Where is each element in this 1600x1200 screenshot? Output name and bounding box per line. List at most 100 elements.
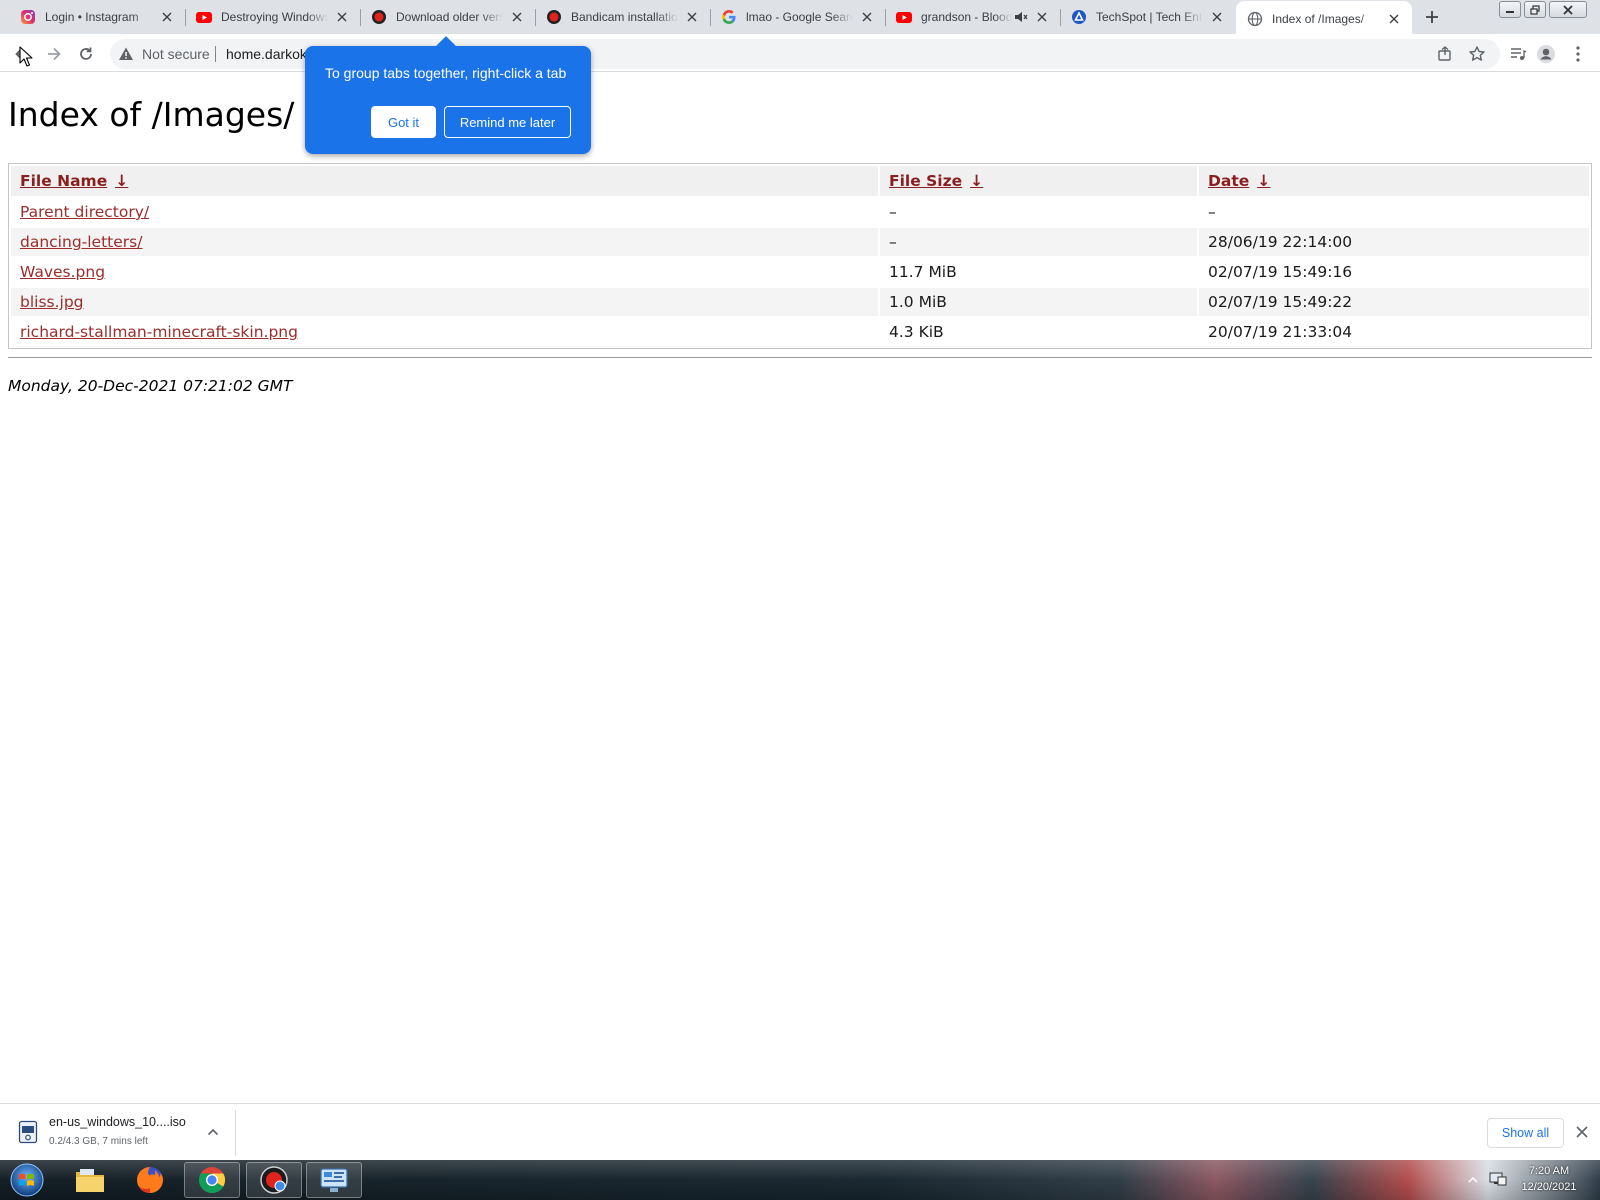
forward-arrow-icon: [48, 47, 61, 61]
column-header-file-size: File Size ↓: [880, 166, 1197, 196]
file-name-cell: dancing-letters/: [11, 228, 878, 256]
close-tab-icon[interactable]: [1034, 9, 1050, 25]
taskbar-bandicam[interactable]: [246, 1162, 302, 1198]
column-label: File Name: [20, 172, 108, 190]
got-it-button[interactable]: Got it: [371, 106, 436, 138]
tab-google-search[interactable]: lmao - Google Search: [710, 0, 885, 34]
promo-message: To group tabs together, right-click a ta…: [325, 65, 567, 81]
column-label: Date: [1208, 172, 1250, 190]
close-tab-icon[interactable]: [684, 9, 700, 25]
taskbar-file-explorer[interactable]: [62, 1162, 118, 1198]
close-tab-icon[interactable]: [334, 9, 350, 25]
clock-time: 7:20 AM: [1528, 1165, 1570, 1177]
network-tray-icon[interactable]: [1488, 1170, 1508, 1188]
file-date-cell: 20/07/19 21:33:04: [1208, 323, 1353, 341]
file-name-cell: richard-stallman-minecraft-skin.png: [11, 318, 878, 346]
close-tab-icon[interactable]: [1209, 9, 1225, 25]
reload-button[interactable]: [76, 44, 96, 64]
youtube-icon: [196, 9, 212, 25]
not-secure-warning-icon[interactable]: [118, 46, 134, 62]
taskbar-chrome[interactable]: [184, 1162, 240, 1198]
new-tab-button[interactable]: [1421, 6, 1443, 28]
techspot-icon: [1071, 9, 1087, 25]
minimize-window-button[interactable]: [1499, 1, 1521, 18]
url-text[interactable]: home.darkok: [226, 46, 307, 62]
close-icon: [1576, 1126, 1588, 1138]
tab-youtube-destroying-windows[interactable]: Destroying Windows: [185, 0, 360, 34]
tab-title: Login • Instagram: [45, 10, 139, 24]
taskbar-control-panel[interactable]: [306, 1162, 362, 1198]
tab-grandson-blood[interactable]: grandson - Blood: [885, 0, 1060, 34]
file-size-cell: –: [880, 228, 1197, 256]
file-link[interactable]: dancing-letters/: [20, 233, 142, 251]
horizontal-rule: [8, 357, 1592, 358]
media-controls-button[interactable]: [1508, 44, 1528, 64]
sort-arrow-icon: ↓: [115, 172, 129, 190]
plus-icon: [1426, 11, 1438, 23]
file-date-cell: 02/07/19 15:49:22: [1199, 288, 1589, 316]
table-row: Parent directory/ – –: [11, 198, 1589, 226]
tab-title: grandson - Blood: [921, 10, 1012, 24]
reload-icon: [80, 47, 92, 60]
download-item[interactable]: en-us_windows_10....iso 0.2/4.3 GB, 7 mi…: [10, 1110, 236, 1156]
chevron-up-icon: [1468, 1176, 1478, 1183]
tab-title: Destroying Windows: [221, 10, 328, 24]
tab-title: Download older versions: [396, 10, 503, 24]
start-button[interactable]: [4, 1161, 50, 1199]
chrome-menu-button[interactable]: [1568, 44, 1588, 64]
table-header-row: File Name ↓ File Size ↓ Date ↓: [11, 166, 1589, 196]
more-vertical-icon: [1576, 46, 1580, 62]
tab-index-of-images[interactable]: Index of /Images/: [1236, 1, 1412, 37]
restore-window-button[interactable]: [1524, 1, 1546, 18]
sort-by-file-size-link[interactable]: File Size ↓: [889, 172, 983, 190]
column-header-date: Date ↓: [1199, 166, 1589, 196]
system-clock[interactable]: 7:20 AM 12/20/2021: [1514, 1163, 1584, 1195]
close-tab-icon[interactable]: [1386, 11, 1402, 27]
taskbar-firefox[interactable]: [122, 1162, 178, 1198]
close-download-shelf-button[interactable]: [1573, 1123, 1591, 1141]
table-row: Waves.png 11.7 MiB 02/07/19 15:49:16: [11, 258, 1589, 286]
close-tab-icon[interactable]: [159, 9, 175, 25]
tab-instagram[interactable]: Login • Instagram: [9, 0, 185, 34]
file-link[interactable]: Waves.png: [20, 263, 105, 281]
globe-icon: [1247, 11, 1263, 27]
remind-me-later-button[interactable]: Remind me later: [444, 106, 571, 138]
profile-button[interactable]: [1536, 44, 1556, 64]
sort-arrow-icon: ↓: [970, 172, 984, 190]
file-link[interactable]: Parent directory/: [20, 203, 149, 221]
file-date-cell: –: [1208, 203, 1216, 221]
table-row: dancing-letters/ – 28/06/19 22:14:00: [11, 228, 1589, 256]
tab-title: TechSpot | Tech Enthusiasts: [1096, 10, 1203, 24]
sort-by-date-link[interactable]: Date ↓: [1208, 172, 1270, 190]
forward-button[interactable]: [44, 44, 64, 64]
file-link[interactable]: bliss.jpg: [20, 293, 84, 311]
chevron-up-icon[interactable]: [205, 1124, 221, 1140]
google-icon: [721, 9, 737, 25]
bookmark-star-icon[interactable]: [1468, 45, 1486, 63]
bandicam-icon: [546, 9, 562, 25]
file-name-cell: bliss.jpg: [11, 288, 878, 316]
page-title: Index of /Images/: [8, 95, 295, 134]
tab-download-older-versions[interactable]: Download older versions: [360, 0, 535, 34]
tab-techspot[interactable]: TechSpot | Tech Enthusiasts: [1060, 0, 1235, 34]
sort-by-file-name-link[interactable]: File Name ↓: [20, 172, 128, 190]
tab-groups-promo-bubble: To group tabs together, right-click a ta…: [305, 36, 591, 154]
browser-toolbar: Not secure home.darkok: [0, 36, 1600, 72]
close-window-button[interactable]: [1549, 1, 1587, 18]
windows-logo-icon: [10, 1163, 44, 1197]
show-all-downloads-button[interactable]: Show all: [1487, 1118, 1564, 1148]
show-hidden-icons-button[interactable]: [1466, 1173, 1480, 1187]
file-size-cell: 4.3 KiB: [889, 323, 944, 341]
close-tab-icon[interactable]: [509, 9, 525, 25]
file-name-cell: Parent directory/: [11, 198, 878, 226]
close-icon: [1563, 4, 1573, 15]
file-link[interactable]: richard-stallman-minecraft-skin.png: [20, 323, 298, 341]
tab-strip: Login • Instagram Destroying Windows Dow…: [0, 0, 1600, 37]
share-icon[interactable]: [1436, 45, 1454, 63]
mouse-cursor: [19, 46, 33, 68]
disc-image-file-icon: [18, 1120, 38, 1144]
instagram-icon: [20, 9, 36, 25]
speaker-muted-icon[interactable]: [1014, 10, 1028, 24]
close-tab-icon[interactable]: [859, 9, 875, 25]
tab-bandicam-installation[interactable]: Bandicam installation: [535, 0, 710, 34]
